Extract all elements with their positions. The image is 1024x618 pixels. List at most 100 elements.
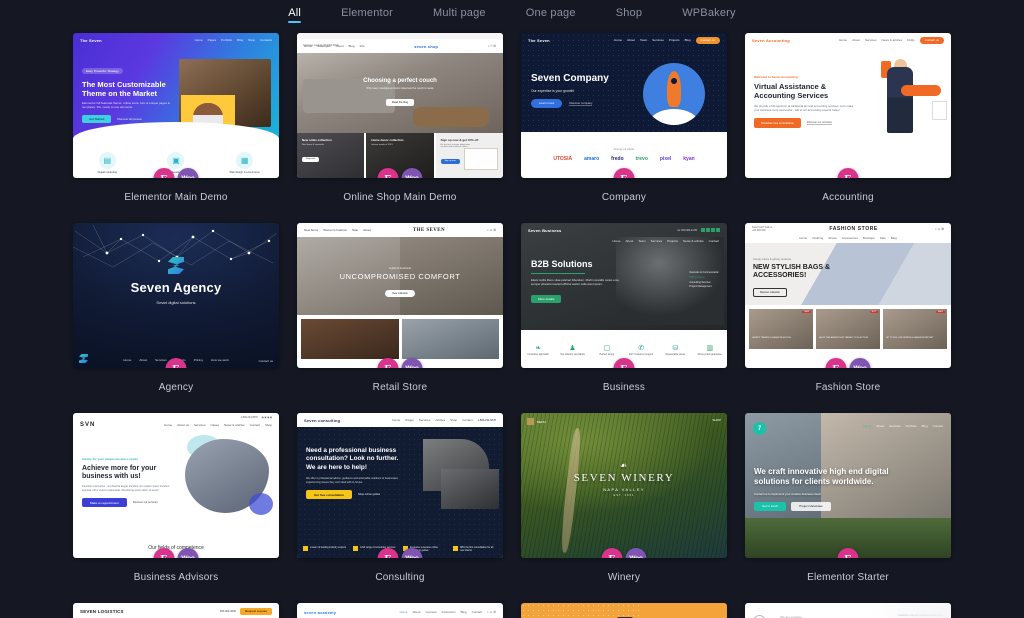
- social-icons[interactable]: ◉ ◉ ◉ ◉: [262, 416, 272, 419]
- contact-button[interactable]: Contact us: [919, 36, 944, 44]
- preview-nav: Need help? Call us +00-000-000 FASHION S…: [745, 223, 951, 235]
- hero-secondary-link[interactable]: Shop online guides: [358, 493, 380, 496]
- filter-tab-shop[interactable]: Shop: [616, 7, 643, 23]
- filter-tab-elementor[interactable]: Elementor: [341, 7, 393, 23]
- template-preview[interactable]: New Items Women's Fashion Sale About THE…: [297, 223, 503, 368]
- template-card-creative[interactable]: SEVEN CREATIVE We are Creative Visual de…: [745, 603, 951, 618]
- newsletter-tile[interactable]: Sign up now & get 15% off Be the first t…: [435, 133, 503, 178]
- nav-link[interactable]: How we work: [211, 358, 229, 362]
- social-icons[interactable]: [701, 228, 720, 232]
- template-preview[interactable]: Online course by Salma Seven: [521, 603, 727, 618]
- product-tile[interactable]: NEW LATEST TRENDS & FASHION MOODS: [749, 309, 813, 349]
- contact-link[interactable]: Contact us: [259, 359, 273, 363]
- nav-link[interactable]: Pricing: [194, 358, 203, 362]
- template-card-online-shop-main-demo[interactable]: Customer support: 00-0000-0000 Home Cata…: [297, 33, 503, 223]
- template-card-consulting[interactable]: Seven consulting Home Pages Services Art…: [297, 413, 503, 603]
- template-preview[interactable]: SEVEN LOGISTICS 000-000-0000 Request a q…: [73, 603, 279, 618]
- template-card-business-advisors[interactable]: 1-800-234-5678 ◉ ◉ ◉ ◉ SVN Home About us…: [73, 413, 279, 603]
- template-preview[interactable]: seven academy Home About Courses Instruc…: [297, 603, 503, 618]
- nav-link: Services: [193, 422, 206, 427]
- feature-label: Top industry specialists: [560, 353, 585, 357]
- template-preview[interactable]: Seven Business tel: 000-000-44-55 Home A…: [521, 223, 727, 368]
- client-logo: UTOSIA: [553, 156, 573, 162]
- template-preview[interactable]: Need help? Call us +00-000-000 FASHION S…: [745, 223, 951, 368]
- template-card-company[interactable]: The Seven Home About Team Services Proje…: [521, 33, 727, 223]
- template-preview[interactable]: Seven Agency Smart digital solutions Hom…: [73, 223, 279, 368]
- nav-link[interactable]: Home: [123, 358, 131, 362]
- template-preview[interactable]: Customer support: 00-0000-0000 Home Cata…: [297, 33, 503, 178]
- template-preview[interactable]: The Seven Home About Team Services Proje…: [521, 33, 727, 178]
- template-preview[interactable]: The Seven Home Pages Portfolio Blog Shop…: [73, 33, 279, 178]
- side-links[interactable]: Networks & Communication B2B Solutions C…: [690, 271, 720, 290]
- product-tile[interactable]: [401, 319, 499, 359]
- product-tile[interactable]: HOT SHOP THE BRIGHT EVE TRENDY COLLECTIO…: [816, 309, 880, 349]
- filter-tab-multi-page[interactable]: Multi page: [433, 7, 486, 23]
- hero-cta-button[interactable]: Get in touch: [754, 501, 787, 511]
- promo-tile[interactable]: New sofas collection New forms & materia…: [297, 133, 365, 178]
- hero-cta-button[interactable]: Read the blog: [385, 98, 415, 106]
- site-nav: Home About Services Portfolio Blog Conta…: [863, 424, 943, 428]
- menu-button[interactable]: MENU: [527, 418, 546, 425]
- hero-cta-button[interactable]: View collection: [385, 290, 415, 297]
- product-tile[interactable]: SALE UP TO 50% OFF SPRING & FASHION REPO…: [883, 309, 947, 349]
- nav-link: Home: [612, 239, 621, 243]
- shop-link[interactable]: SHOP: [712, 418, 721, 422]
- template-preview[interactable]: SEVEN CREATIVE We are Creative Visual de…: [745, 603, 951, 618]
- template-title: Elementor Starter: [807, 572, 889, 583]
- hero-cta-button[interactable]: More details: [531, 294, 562, 303]
- template-preview[interactable]: 7 Home About Services Portfolio Blog Con…: [745, 413, 951, 558]
- cart-icon[interactable]: ⌕ ☺ ⛒: [487, 228, 496, 232]
- template-preview[interactable]: Seven Accounting Home About Services New…: [745, 33, 951, 178]
- hero-secondary-button[interactable]: Project showcase: [791, 501, 831, 511]
- hero-cta-button[interactable]: Discover collection: [753, 288, 787, 298]
- hero-overlay: Lightly & functional UNCOMPROMISED COMFO…: [297, 267, 503, 299]
- hero-secondary-link[interactable]: Discover our services: [806, 121, 832, 126]
- template-card-elementor-main-demo[interactable]: The Seven Home Pages Portfolio Blog Shop…: [73, 33, 279, 223]
- template-card-online-course[interactable]: Online course by Salma Seven: [521, 603, 727, 618]
- template-card-logistics[interactable]: SEVEN LOGISTICS 000-000-0000 Request a q…: [73, 603, 279, 618]
- template-card-education[interactable]: seven academy Home About Courses Instruc…: [297, 603, 503, 618]
- hero-subtitle: Contact us to implement your creative bu…: [754, 491, 822, 496]
- person-photo: [441, 469, 499, 509]
- hero-secondary-link[interactable]: Discover our services: [133, 501, 158, 504]
- tile-button[interactable]: Shop now: [302, 156, 319, 162]
- hero-eyebrow: Lightly & functional: [389, 267, 411, 270]
- nav-link[interactable]: About: [139, 358, 147, 362]
- hero-cta-button[interactable]: Schedule free consultation: [754, 118, 801, 129]
- hero-cta-button[interactable]: Get Started: [82, 115, 112, 124]
- nav-link: Catalogue: [317, 44, 331, 48]
- feature-label: Digital marketing: [97, 171, 117, 174]
- rocket-illustration: [643, 63, 705, 125]
- tile-badge: NEW: [802, 311, 811, 313]
- quote-button[interactable]: Request a quote: [239, 607, 272, 615]
- elementor-badge: E: [825, 358, 847, 368]
- woocommerce-badge: Woo: [625, 548, 647, 558]
- template-card-winery[interactable]: MENU SHOP ☙ SEVEN WINERY NAPA VALLEY EST…: [521, 413, 727, 603]
- template-preview[interactable]: Seven consulting Home Pages Services Art…: [297, 413, 503, 558]
- hero-cta-button[interactable]: Learn more: [531, 98, 563, 108]
- filter-tab-all[interactable]: All: [288, 7, 301, 23]
- template-card-retail-store[interactable]: New Items Women's Fashion Sale About THE…: [297, 223, 503, 413]
- filter-tab-one-page[interactable]: One page: [526, 7, 576, 23]
- site-logo: 7: [753, 422, 766, 435]
- phone-number: Need help? Call us +00-000-000: [752, 226, 773, 232]
- cart-icon[interactable]: ⌕ ♡ ⛒: [488, 44, 496, 48]
- tile-title: UP TO 50% OFF SPRING & FASHION REPORT: [886, 337, 934, 339]
- template-preview[interactable]: 1-800-234-5678 ◉ ◉ ◉ ◉ SVN Home About us…: [73, 413, 279, 558]
- cart-icon[interactable]: ⌕ ☺ ⛒: [935, 227, 944, 231]
- template-card-agency[interactable]: Seven Agency Smart digital solutions Hom…: [73, 223, 279, 413]
- template-card-elementor-starter[interactable]: 7 Home About Services Portfolio Blog Con…: [745, 413, 951, 603]
- template-card-fashion-store[interactable]: Need help? Call us +00-000-000 FASHION S…: [745, 223, 951, 413]
- template-card-business[interactable]: Seven Business tel: 000-000-44-55 Home A…: [521, 223, 727, 413]
- template-preview[interactable]: MENU SHOP ☙ SEVEN WINERY NAPA VALLEY EST…: [521, 413, 727, 558]
- side-link[interactable]: Project Management: [690, 285, 720, 290]
- template-card-accounting[interactable]: Seven Accounting Home About Services New…: [745, 33, 951, 223]
- hero-cta-button[interactable]: Get free consultation: [306, 490, 353, 500]
- hero-secondary-link[interactable]: Discover all presets: [117, 117, 141, 121]
- tile-button[interactable]: Sign up now: [440, 158, 460, 164]
- filter-tab-wpbakery[interactable]: WPBakery: [682, 7, 736, 23]
- product-tile[interactable]: [301, 319, 399, 359]
- hero-cta-button[interactable]: Make an appointment: [82, 498, 127, 508]
- hero-secondary-link[interactable]: Discover company: [569, 101, 593, 106]
- cart-icon[interactable]: ⌕ ☺ ⛒: [487, 610, 496, 614]
